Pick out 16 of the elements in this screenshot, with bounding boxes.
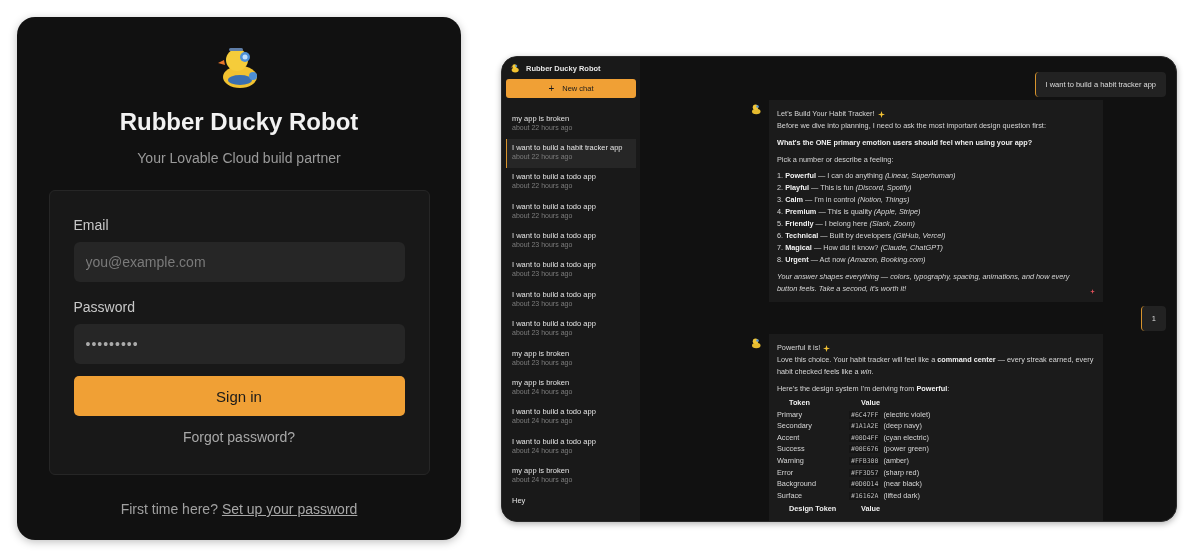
app-subtitle: Your Lovable Cloud build partner	[137, 150, 341, 166]
sparkle-icon	[823, 344, 831, 352]
sparkle-icon	[877, 110, 885, 118]
footer-text: First time here?	[120, 501, 218, 517]
password-field[interactable]: •••••••••	[73, 324, 405, 364]
sparkle-icon	[1089, 288, 1095, 295]
password-label: Password	[73, 299, 136, 315]
forgot-password-link[interactable]: Forgot password?	[182, 429, 296, 445]
setup-password-link[interactable]: Set up your password	[221, 501, 358, 517]
duck-robot-logo	[510, 63, 520, 74]
email-label: Email	[73, 217, 110, 233]
email-field[interactable]: you@example.com	[73, 242, 405, 282]
duck-robot-avatar	[750, 337, 762, 349]
sign-in-button[interactable]: Sign in	[73, 376, 405, 416]
duck-robot-avatar	[750, 103, 762, 115]
app-title: Rubber Ducky Robot	[119, 108, 359, 136]
